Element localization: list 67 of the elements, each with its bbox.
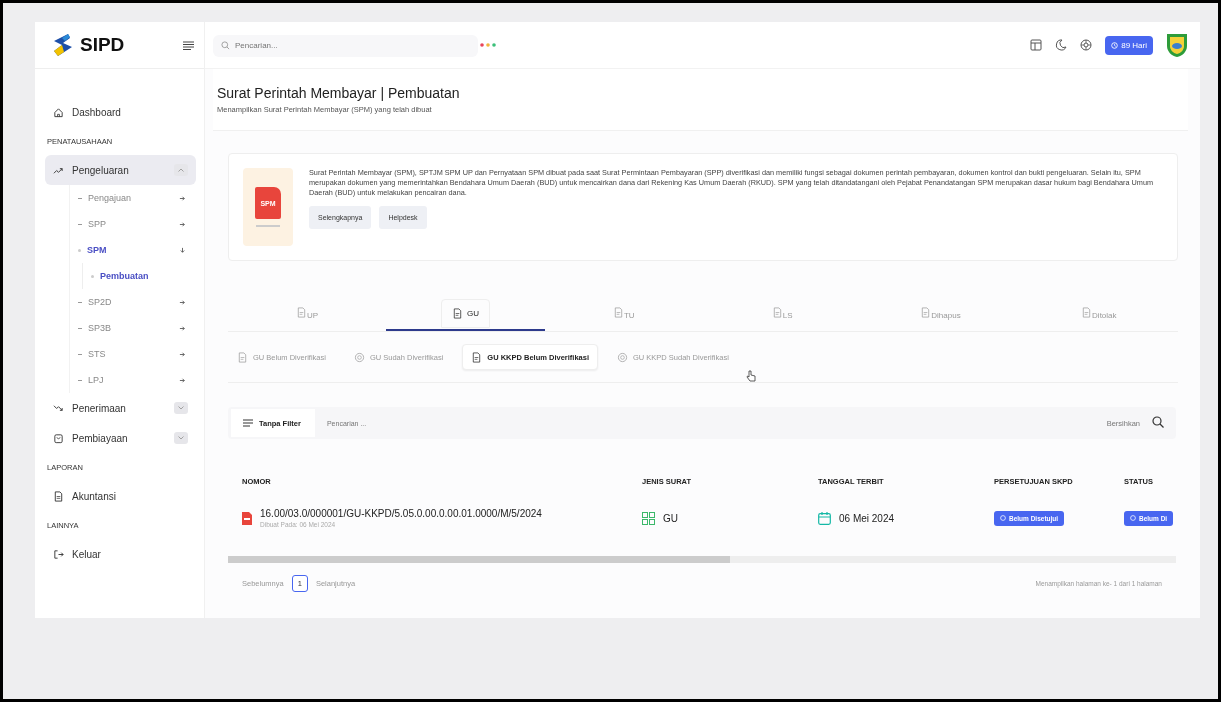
arrow-down-icon	[179, 246, 186, 254]
search-icon	[221, 41, 230, 50]
submenu-item[interactable]: LPJ	[70, 367, 196, 393]
emblem-icon	[1166, 32, 1188, 58]
tab[interactable]: TU	[544, 297, 703, 331]
calendar-icon	[818, 511, 831, 525]
chevron-icon	[174, 432, 188, 444]
table-cell: GU	[663, 512, 678, 524]
arrow-right-icon	[179, 298, 186, 306]
submenu-item[interactable]: Pengajuan	[70, 185, 196, 211]
arrow-right-icon	[179, 220, 186, 228]
menu-item[interactable]: Pengeluaran	[45, 155, 196, 185]
tab[interactable]: GU	[386, 297, 545, 331]
document-icon	[53, 490, 64, 502]
badge-icon	[617, 351, 628, 363]
submenu-item[interactable]: Pembuatan	[83, 263, 196, 289]
submenu-item[interactable]: STS	[70, 341, 196, 367]
scrollbar-thumb[interactable]	[228, 556, 731, 563]
home-icon	[53, 106, 64, 118]
document-icon	[613, 306, 624, 318]
tab[interactable]: Ditolak	[1019, 297, 1178, 331]
document-icon	[296, 306, 308, 318]
logo-text: SIPD	[80, 34, 125, 56]
tab[interactable]: Dihapus	[861, 297, 1020, 331]
grid-icon	[642, 511, 655, 525]
moon-icon[interactable]	[1055, 39, 1068, 51]
document-icon	[920, 306, 932, 318]
trend-down-icon	[53, 402, 64, 414]
logout-icon	[53, 548, 64, 560]
arrow-right-icon	[179, 324, 186, 332]
document-icon	[237, 351, 248, 363]
aperture-icon[interactable]	[1080, 39, 1093, 51]
page-title: Surat Perintah Membayar | Pembuatan	[217, 85, 461, 101]
menu-item[interactable]: Dashboard	[45, 97, 196, 127]
arrow-right-icon	[179, 376, 186, 384]
tab[interactable]: LS	[703, 297, 862, 331]
filter-icon	[243, 419, 253, 427]
clock-icon	[1111, 41, 1119, 49]
document-icon	[452, 307, 463, 319]
menu-item[interactable]: Pembiayaan	[45, 423, 196, 453]
document-icon	[471, 351, 483, 363]
bag-icon	[53, 432, 64, 444]
dots-icon	[480, 43, 496, 47]
menu-item[interactable]: Akuntansi	[45, 481, 196, 511]
submenu-item[interactable]: SPM	[70, 237, 196, 263]
pdf-icon	[242, 511, 252, 525]
submenu-item[interactable]: SPP	[70, 211, 196, 237]
document-icon	[1081, 306, 1093, 318]
hand-cursor-icon	[746, 370, 756, 382]
document-number[interactable]: 16.00/03.0/000001/GU-KKPD/5.05.0.00.0.00.01.0000/M/5/2024	[260, 508, 542, 519]
submenu-item[interactable]: SP3B	[70, 315, 196, 341]
chevron-icon	[174, 164, 188, 176]
tab[interactable]: UP	[228, 297, 387, 331]
arrow-right-icon	[179, 194, 186, 202]
layout-icon[interactable]	[1030, 39, 1043, 51]
badge-icon	[353, 351, 365, 363]
menu-item[interactable]: Penerimaan	[45, 393, 196, 423]
table-cell: 06 Mei 2024	[839, 512, 895, 524]
document-icon	[771, 306, 783, 318]
menu-item[interactable]: Keluar	[45, 539, 196, 569]
search-field[interactable]: Pencarian...	[213, 34, 478, 57]
menu-icon[interactable]	[183, 40, 194, 50]
chevron-icon	[174, 402, 188, 414]
days-button[interactable]: 89 Hari	[1105, 35, 1153, 55]
search-icon	[1152, 415, 1164, 428]
arrow-right-icon	[179, 350, 186, 358]
submenu-item[interactable]: SP2D	[70, 289, 196, 315]
